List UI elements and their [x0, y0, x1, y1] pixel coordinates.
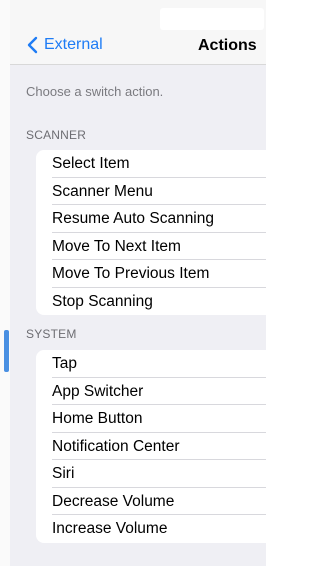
system-group: Tap App Switcher Home Button Notificatio… [36, 350, 266, 543]
list-item-resume-auto-scanning[interactable]: Resume Auto Scanning [36, 205, 266, 233]
back-button-label: External [44, 36, 103, 53]
list-item-decrease-volume[interactable]: Decrease Volume [36, 488, 266, 516]
list-item-move-to-next-item[interactable]: Move To Next Item [36, 233, 266, 261]
list-item-stop-scanning[interactable]: Stop Scanning [36, 288, 266, 316]
hint-text: Choose a switch action. [26, 84, 164, 99]
list-item-app-switcher[interactable]: App Switcher [36, 378, 266, 406]
list-item-move-to-previous-item[interactable]: Move To Previous Item [36, 260, 266, 288]
list-item-tap[interactable]: Tap [36, 350, 266, 378]
list-item-increase-volume[interactable]: Increase Volume [36, 515, 266, 543]
section-header-scanner: SCANNER [26, 128, 87, 142]
page-title: Actions [198, 37, 257, 54]
scanner-group: Select Item Scanner Menu Resume Auto Sca… [36, 150, 266, 315]
section-header-system: SYSTEM [26, 327, 77, 341]
list-item-siri[interactable]: Siri [36, 460, 266, 488]
list-item-notification-center[interactable]: Notification Center [36, 433, 266, 461]
status-bar-pill [160, 8, 264, 30]
list-item-scanner-menu[interactable]: Scanner Menu [36, 178, 266, 206]
list-item-select-item[interactable]: Select Item [36, 150, 266, 178]
chevron-left-icon [27, 36, 38, 54]
navigation-bar: External Actions [10, 0, 266, 65]
scroll-indicator [4, 330, 9, 372]
back-button[interactable]: External [26, 36, 103, 54]
list-item-home-button[interactable]: Home Button [36, 405, 266, 433]
